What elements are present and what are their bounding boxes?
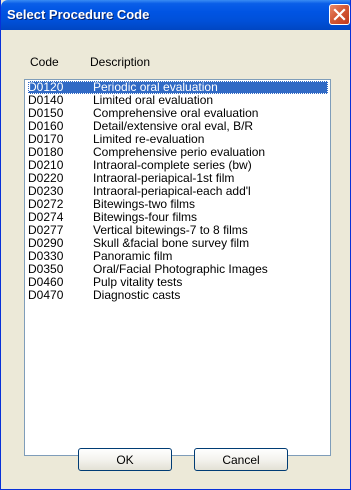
- list-item[interactable]: D0470 Diagnostic casts: [28, 289, 328, 302]
- list-item-code: D0470: [28, 288, 64, 302]
- dialog-window: Select Procedure Code Code Description D…: [0, 0, 351, 490]
- close-button[interactable]: [329, 4, 350, 25]
- column-header-description[interactable]: Description: [90, 55, 150, 69]
- list-item-description: Diagnostic casts: [93, 288, 181, 302]
- ok-button[interactable]: OK: [78, 448, 172, 471]
- column-header-code[interactable]: Code: [30, 55, 59, 69]
- list-item[interactable]: D0290 Skull &facial bone survey film: [28, 237, 328, 250]
- close-icon: [333, 8, 346, 21]
- dialog-title: Select Procedure Code: [7, 7, 150, 22]
- cancel-button[interactable]: Cancel: [194, 448, 288, 471]
- title-bar[interactable]: Select Procedure Code: [1, 0, 350, 30]
- dialog-body: Code Description D0120 Periodic oral eval…: [2, 30, 349, 488]
- procedure-code-list[interactable]: D0120 Periodic oral evaluation D0140 Limite…: [24, 79, 331, 456]
